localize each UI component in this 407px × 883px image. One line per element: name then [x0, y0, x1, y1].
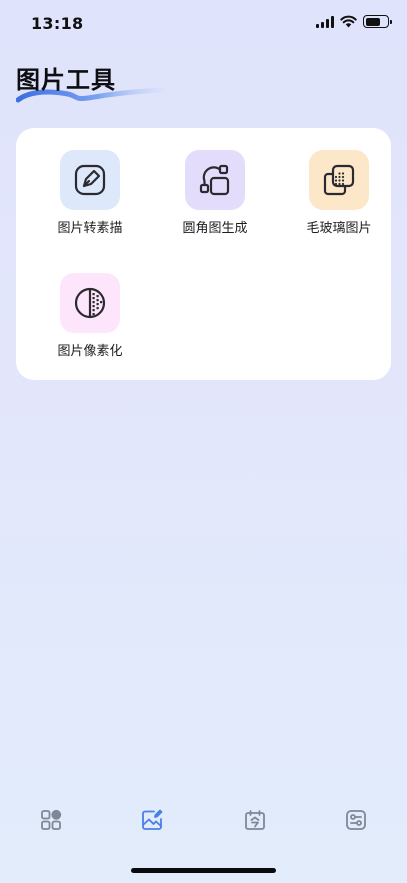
tool-pixelate[interactable]: 图片像素化	[35, 273, 145, 373]
rounded-corner-icon	[199, 164, 230, 196]
calendar-icon	[245, 810, 265, 830]
grid-apps-icon	[41, 809, 62, 830]
tab-calendar[interactable]	[235, 800, 275, 840]
page-title: 图片工具	[16, 66, 116, 94]
tool-rounded-corner-tile	[185, 150, 245, 210]
page-header: 图片工具	[16, 60, 166, 110]
tool-frosted-glass-label: 毛玻璃图片	[306, 221, 372, 236]
tool-rounded-corner-label: 圆角图生成	[182, 221, 248, 236]
wifi-icon	[340, 15, 357, 28]
cellular-signal-icon	[316, 15, 334, 28]
tool-frosted-glass[interactable]: 毛玻璃图片	[284, 150, 394, 250]
tool-pixelate-tile	[60, 273, 120, 333]
battery-icon	[363, 15, 392, 28]
frosted-glass-icon	[323, 164, 355, 196]
tool-rounded-corner[interactable]: 圆角图生成	[160, 150, 270, 250]
tool-sketch-tile	[60, 150, 120, 210]
tool-sketch[interactable]: 图片转素描	[35, 150, 145, 250]
status-bar: 13:18	[0, 0, 407, 48]
tools-card: 图片转素描 圆角图生成 毛玻璃图片 图片像素化	[16, 128, 391, 380]
home-indicator	[131, 868, 276, 873]
bottom-tab-bar	[0, 800, 407, 840]
pixelate-icon	[74, 287, 106, 319]
image-edit-icon	[142, 809, 163, 830]
tab-settings[interactable]	[336, 800, 376, 840]
settings-toggle-icon	[346, 810, 366, 830]
tool-sketch-label: 图片转素描	[57, 221, 123, 236]
status-icons	[316, 15, 392, 28]
sketch-icon	[74, 164, 106, 196]
status-time: 13:18	[31, 14, 84, 33]
tool-frosted-glass-tile	[309, 150, 369, 210]
tab-home[interactable]	[31, 800, 71, 840]
tool-pixelate-label: 图片像素化	[57, 344, 123, 359]
tab-image-tools[interactable]	[132, 800, 172, 840]
